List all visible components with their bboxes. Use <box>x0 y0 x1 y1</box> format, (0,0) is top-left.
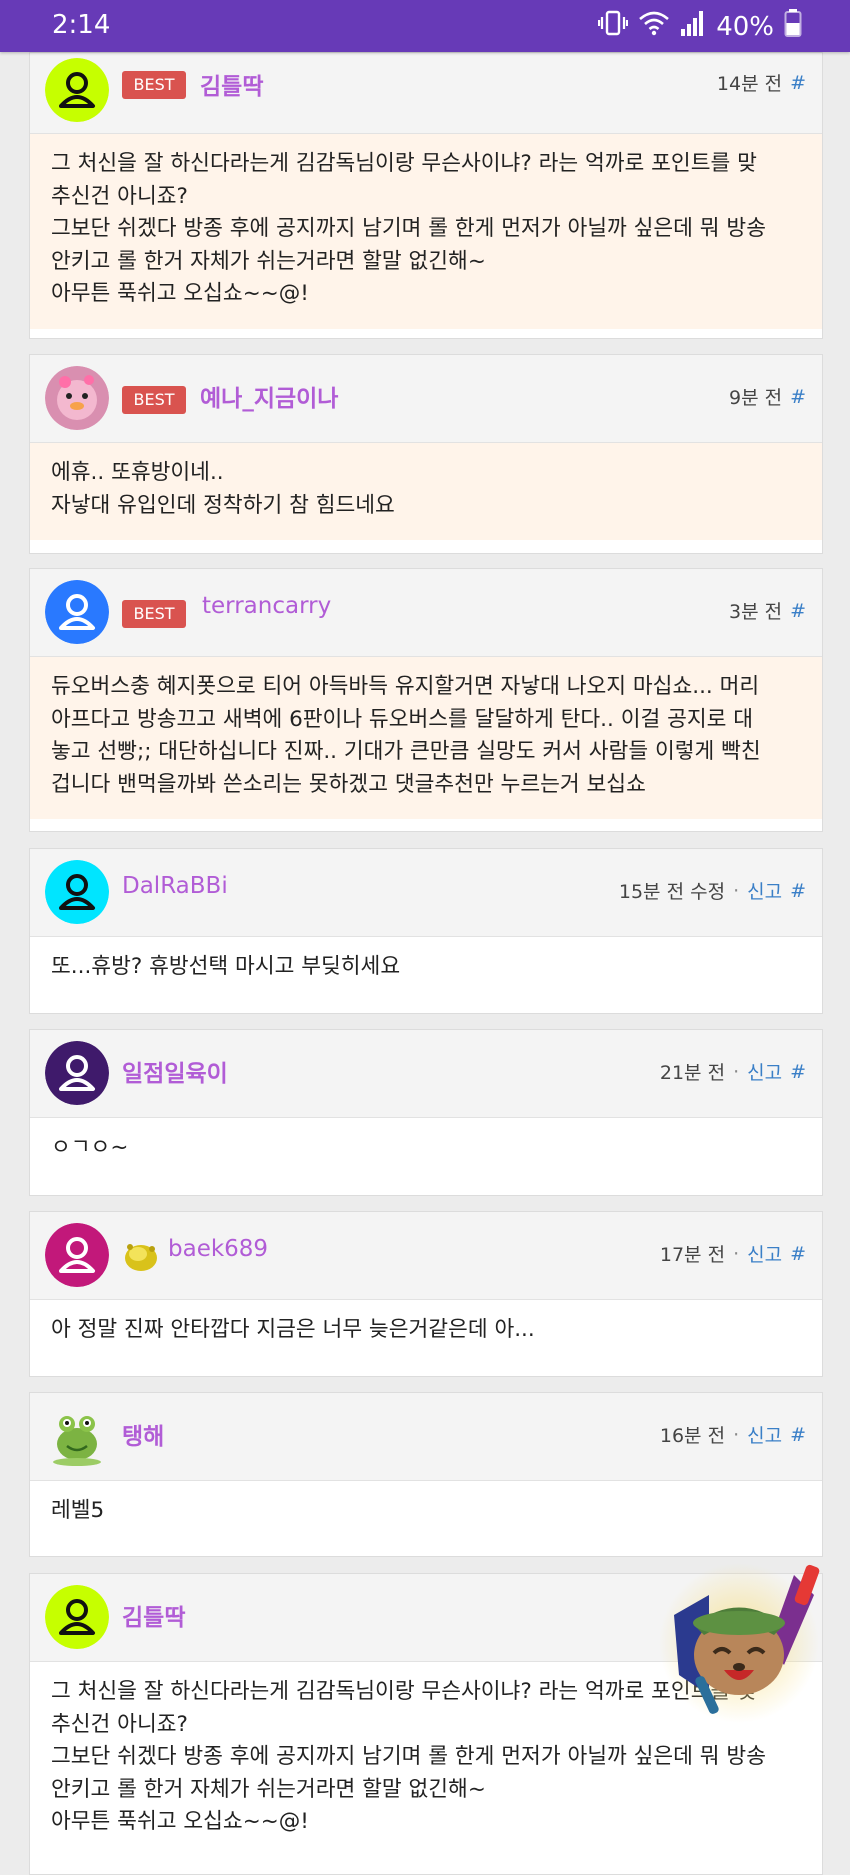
separator-dot: · <box>733 1423 740 1446</box>
permalink-link[interactable]: # <box>790 1424 806 1446</box>
author-name[interactable]: 탱해 <box>122 1417 164 1451</box>
permalink-link[interactable]: # <box>790 72 806 94</box>
avatar[interactable] <box>45 58 109 122</box>
avatar[interactable] <box>45 1041 109 1105</box>
author-name[interactable]: DalRaBBi <box>122 873 228 899</box>
battery-percent: 40% <box>716 11 774 42</box>
vibrate-icon <box>598 9 629 44</box>
comment-header: BEST 예나_지금이나 9분 전 # <box>30 355 822 443</box>
author-name[interactable]: 일점일육이 <box>122 1054 228 1088</box>
author-name[interactable]: 예나_지금이나 <box>200 379 338 413</box>
comment-meta: 9분 전 # <box>729 383 806 410</box>
comment-time: 3분 전 <box>728 601 783 623</box>
comment-time: 9분 전 <box>728 387 783 409</box>
comment-time: 17분 전 <box>659 1244 726 1266</box>
comment-header: DalRaBBi 15분 전 수정 · 신고 # <box>30 849 822 937</box>
comment-card: DalRaBBi 15분 전 수정 · 신고 # 또...휴방? 휴방선택 마시… <box>29 848 823 1014</box>
avatar[interactable] <box>45 860 109 924</box>
permalink-link[interactable]: # <box>790 600 806 622</box>
report-link[interactable]: 신고 <box>747 1421 782 1448</box>
comment-card: BEST 예나_지금이나 9분 전 # 에휴.. 또휴방이네.. 자낳대 유입인… <box>29 354 823 554</box>
comment-time: 16분 전 <box>659 1425 726 1447</box>
permalink-link[interactable]: # <box>790 386 806 408</box>
comment-text: 또...휴방? 휴방선택 마시고 부딪히세요 <box>51 954 401 979</box>
comment-text: ㅇㄱㅇ~ <box>51 1135 129 1160</box>
permalink-link[interactable]: # <box>790 1243 806 1265</box>
avatar[interactable] <box>45 366 109 430</box>
comment-card: BEST terrancarry 3분 전 # 듀오버스충 혜지폿으로 티어 아… <box>29 568 823 832</box>
comment-meta: 3분 전 # <box>729 597 806 624</box>
comment-text: 듀오버스충 혜지폿으로 티어 아득바득 유지할거면 자낳대 나오지 마십쇼...… <box>30 657 822 819</box>
comment-meta: 17분 전 · 신고 # <box>660 1240 806 1267</box>
comment-time: 15분 전 수정 <box>618 881 726 903</box>
comment-header: 일점일육이 21분 전 · 신고 # <box>30 1030 822 1118</box>
comment-meta: 16분 전 · 신고 # <box>660 1421 806 1448</box>
separator-dot: · <box>733 879 740 902</box>
comment-meta: 21분 전 · 신고 # <box>660 1058 806 1085</box>
author-name[interactable]: terrancarry <box>202 593 331 619</box>
comment-header: BEST 김틀딱 14분 전 # <box>30 53 822 134</box>
comment-meta: 15분 전 수정 · 신고 # <box>619 877 806 904</box>
author-name[interactable]: 김틀딱 <box>200 67 263 101</box>
status-bar: 2:14 40% <box>0 0 850 52</box>
battery-icon <box>784 8 802 45</box>
report-link[interactable]: 신고 <box>747 1058 782 1085</box>
best-badge: BEST <box>122 71 186 99</box>
permalink-link[interactable]: # <box>790 880 806 902</box>
report-link[interactable]: 신고 <box>747 877 782 904</box>
signal-icon <box>680 9 706 44</box>
comment-card: 탱해 16분 전 · 신고 # 레벨5 <box>29 1392 823 1557</box>
avatar[interactable] <box>45 1223 109 1287</box>
status-time: 2:14 <box>52 10 111 40</box>
level-icon <box>122 1237 160 1275</box>
floating-mascot-button[interactable] <box>654 1555 824 1725</box>
permalink-link[interactable]: # <box>790 1061 806 1083</box>
status-icons: 40% <box>598 8 802 45</box>
comment-text: 레벨5 <box>51 1498 105 1523</box>
comment-text: 에휴.. 또휴방이네.. 자낳대 유입인데 정착하기 참 힘드네요 <box>30 443 822 540</box>
separator-dot: · <box>733 1060 740 1083</box>
comment-card: baek689 17분 전 · 신고 # 아 정말 진짜 안타깝다 지금은 너무… <box>29 1211 823 1377</box>
comment-header: 탱해 16분 전 · 신고 # <box>30 1393 822 1481</box>
separator-dot: · <box>733 1242 740 1265</box>
comment-header: BEST terrancarry 3분 전 # <box>30 569 822 657</box>
author-name[interactable]: baek689 <box>168 1236 268 1262</box>
wifi-icon <box>638 9 670 44</box>
comment-time: 21분 전 <box>659 1062 726 1084</box>
author-name[interactable]: 김틀딱 <box>122 1598 185 1632</box>
comment-time: 14분 전 <box>716 73 783 95</box>
best-badge: BEST <box>122 386 186 414</box>
comment-card: BEST 김틀딱 14분 전 # 그 처신을 잘 하신다라는게 김감독님이랑 무… <box>29 52 823 339</box>
avatar[interactable] <box>45 580 109 644</box>
frog-avatar[interactable] <box>45 1404 109 1468</box>
comment-meta: 14분 전 # <box>717 69 806 96</box>
comment-text: 아 정말 진짜 안타깝다 지금은 너무 늦은거같은데 아... <box>51 1317 535 1342</box>
comment-card: 일점일육이 21분 전 · 신고 # ㅇㄱㅇ~ <box>29 1029 823 1196</box>
avatar[interactable] <box>45 1585 109 1649</box>
best-badge: BEST <box>122 600 186 628</box>
report-link[interactable]: 신고 <box>747 1240 782 1267</box>
comment-text: 그 처신을 잘 하신다라는게 김감독님이랑 무슨사이냐? 라는 억까로 포인트를… <box>30 134 822 329</box>
comment-header: baek689 17분 전 · 신고 # <box>30 1212 822 1300</box>
